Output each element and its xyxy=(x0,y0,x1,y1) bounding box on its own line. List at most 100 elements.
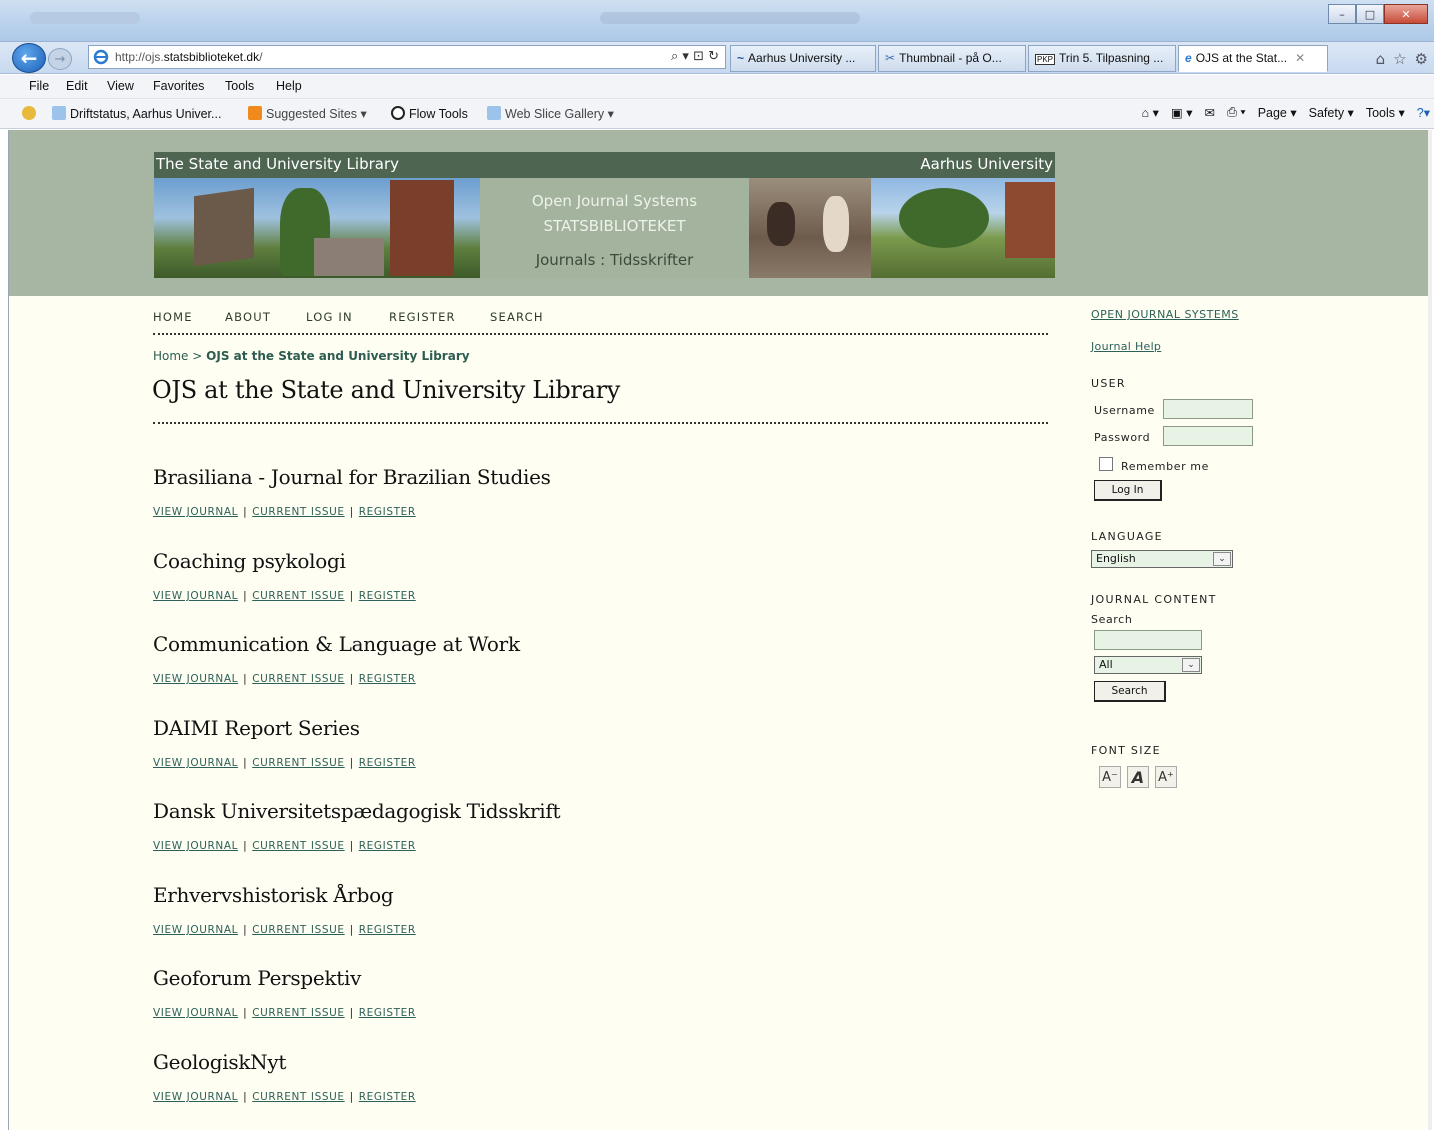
journal-links: VIEW JOURNAL | CURRENT ISSUE | REGISTER xyxy=(153,590,416,602)
ojs-link[interactable]: OPEN JOURNAL SYSTEMS xyxy=(1091,308,1239,321)
register-link[interactable]: REGISTER xyxy=(359,1091,416,1103)
username-input[interactable] xyxy=(1163,399,1253,419)
nav-search[interactable]: SEARCH xyxy=(490,310,544,324)
link-separator: | xyxy=(243,1007,248,1019)
menu-edit[interactable]: Edit xyxy=(66,79,88,93)
tab-ojs-active[interactable]: e OJS at the Stat... ✕ xyxy=(1178,45,1328,72)
register-link[interactable]: REGISTER xyxy=(359,506,416,518)
quick-access-toolbar[interactable] xyxy=(30,12,140,24)
view-journal-link[interactable]: VIEW JOURNAL xyxy=(153,1091,238,1103)
language-select[interactable]: English ⌄ xyxy=(1091,550,1233,568)
search-input[interactable] xyxy=(1094,630,1202,650)
nav-register[interactable]: REGISTER xyxy=(389,310,456,324)
favorite-flow-tools[interactable]: Flow Tools xyxy=(391,106,468,121)
link-separator: | xyxy=(243,1091,248,1103)
view-journal-link[interactable]: VIEW JOURNAL xyxy=(153,840,238,852)
username-label: Username xyxy=(1094,404,1155,417)
site-banner: The State and University Library Aarhus … xyxy=(154,152,1055,278)
maximize-button[interactable]: □ xyxy=(1356,4,1384,24)
view-journal-link[interactable]: VIEW JOURNAL xyxy=(153,506,238,518)
password-input[interactable] xyxy=(1163,426,1253,446)
print-icon[interactable]: ⎙ ▾ xyxy=(1227,105,1246,120)
mail-icon[interactable]: ✉ xyxy=(1204,105,1214,120)
current-issue-link[interactable]: CURRENT ISSUE xyxy=(252,757,344,769)
register-link[interactable]: REGISTER xyxy=(359,1007,416,1019)
journal-links: VIEW JOURNAL | CURRENT ISSUE | REGISTER xyxy=(153,757,416,769)
back-button[interactable]: ← xyxy=(12,43,46,73)
search-scope-select[interactable]: All ⌄ xyxy=(1094,656,1202,674)
nav-about[interactable]: ABOUT xyxy=(225,310,271,324)
link-separator: | xyxy=(349,1091,354,1103)
view-journal-link[interactable]: VIEW JOURNAL xyxy=(153,924,238,936)
favorites-star-icon[interactable]: ☆ xyxy=(1393,50,1406,68)
menu-tools[interactable]: Tools xyxy=(225,79,254,93)
feeds-icon[interactable]: ▣ ▾ xyxy=(1171,105,1193,120)
view-journal-link[interactable]: VIEW JOURNAL xyxy=(153,1007,238,1019)
page-menu[interactable]: Page ▾ xyxy=(1258,105,1297,120)
font-default-button[interactable]: A xyxy=(1127,766,1149,788)
favorite-suggested-sites[interactable]: Suggested Sites ▾ xyxy=(248,106,367,121)
minimize-button[interactable]: – xyxy=(1328,4,1356,24)
vertical-scrollbar[interactable] xyxy=(1428,130,1432,1130)
tab-label: OJS at the Stat... xyxy=(1195,51,1288,65)
language-heading: LANGUAGE xyxy=(1091,530,1163,543)
current-issue-link[interactable]: CURRENT ISSUE xyxy=(252,1007,344,1019)
home-icon[interactable]: ⌂ xyxy=(1376,50,1386,68)
settings-gear-icon[interactable]: ⚙ xyxy=(1415,50,1428,68)
breadcrumb-current[interactable]: OJS at the State and University Library xyxy=(206,349,469,363)
pkp-icon: PKP xyxy=(1035,54,1056,65)
ie-favicon-icon xyxy=(52,106,66,120)
favorite-web-slice-gallery[interactable]: Web Slice Gallery ▾ xyxy=(487,106,614,121)
font-larger-button[interactable]: A⁺ xyxy=(1155,766,1177,788)
close-tab-icon[interactable]: ✕ xyxy=(1295,51,1305,65)
register-link[interactable]: REGISTER xyxy=(359,673,416,685)
current-issue-link[interactable]: CURRENT ISSUE xyxy=(252,506,344,518)
scope-value: All xyxy=(1099,658,1113,671)
banner-center-text: Open Journal Systems STATSBIBLIOTEKET Jo… xyxy=(480,178,749,278)
remember-me-checkbox[interactable] xyxy=(1099,457,1113,471)
link-separator: | xyxy=(349,757,354,769)
menu-file[interactable]: File xyxy=(29,79,49,93)
current-issue-link[interactable]: CURRENT ISSUE xyxy=(252,590,344,602)
journal-help-link[interactable]: Journal Help xyxy=(1091,340,1161,353)
tools-menu[interactable]: Tools ▾ xyxy=(1366,105,1405,120)
home-command-icon[interactable]: ⌂ ▾ xyxy=(1142,105,1159,120)
link-separator: | xyxy=(349,673,354,685)
favorite-driftstatus[interactable]: Driftstatus, Aarhus Univer... xyxy=(52,106,221,121)
log-in-button[interactable]: Log In xyxy=(1094,480,1162,501)
breadcrumb-home[interactable]: Home xyxy=(153,349,188,363)
link-separator: | xyxy=(243,673,248,685)
tab-trin-5[interactable]: PKP Trin 5. Tilpasning ... xyxy=(1028,45,1176,72)
current-issue-link[interactable]: CURRENT ISSUE xyxy=(252,924,344,936)
search-button[interactable]: Search xyxy=(1094,681,1166,702)
menu-view[interactable]: View xyxy=(107,79,134,93)
current-issue-link[interactable]: CURRENT ISSUE xyxy=(252,840,344,852)
register-link[interactable]: REGISTER xyxy=(359,840,416,852)
view-journal-link[interactable]: VIEW JOURNAL xyxy=(153,590,238,602)
tab-thumbnail[interactable]: ✂ Thumbnail - på O... xyxy=(878,45,1026,72)
banner-line-statsbiblioteket: STATSBIBLIOTEKET xyxy=(543,217,686,235)
menu-help[interactable]: Help xyxy=(276,79,302,93)
address-tools[interactable]: ⌕ ▾ ⊡ ↻ xyxy=(671,49,719,64)
current-issue-link[interactable]: CURRENT ISSUE xyxy=(252,1091,344,1103)
font-smaller-button[interactable]: A⁻ xyxy=(1099,766,1121,788)
current-issue-link[interactable]: CURRENT ISSUE xyxy=(252,673,344,685)
view-journal-link[interactable]: VIEW JOURNAL xyxy=(153,757,238,769)
help-icon[interactable]: ?▾ xyxy=(1417,105,1430,120)
nav-log-in[interactable]: LOG IN xyxy=(306,310,353,324)
menu-favorites[interactable]: Favorites xyxy=(153,79,204,93)
address-bar[interactable]: http://ojs.statsbiblioteket.dk/ ⌕ ▾ ⊡ ↻ xyxy=(88,45,726,69)
link-separator: | xyxy=(349,924,354,936)
journal-entry: Geoforum Perspektiv VIEW JOURNAL | CURRENT … xyxy=(153,966,1033,1036)
tab-aarhus-university[interactable]: ~ Aarhus University ... xyxy=(730,45,876,72)
register-link[interactable]: REGISTER xyxy=(359,924,416,936)
forward-button[interactable]: → xyxy=(48,48,72,70)
view-journal-link[interactable]: VIEW JOURNAL xyxy=(153,673,238,685)
close-window-button[interactable]: ✕ xyxy=(1384,4,1428,24)
journal-title: Brasiliana - Journal for Brazilian Studi… xyxy=(153,465,551,489)
register-link[interactable]: REGISTER xyxy=(359,757,416,769)
nav-home[interactable]: HOME xyxy=(153,310,193,324)
safety-menu[interactable]: Safety ▾ xyxy=(1309,105,1354,120)
register-link[interactable]: REGISTER xyxy=(359,590,416,602)
favorites-star-add-icon[interactable] xyxy=(22,106,40,121)
